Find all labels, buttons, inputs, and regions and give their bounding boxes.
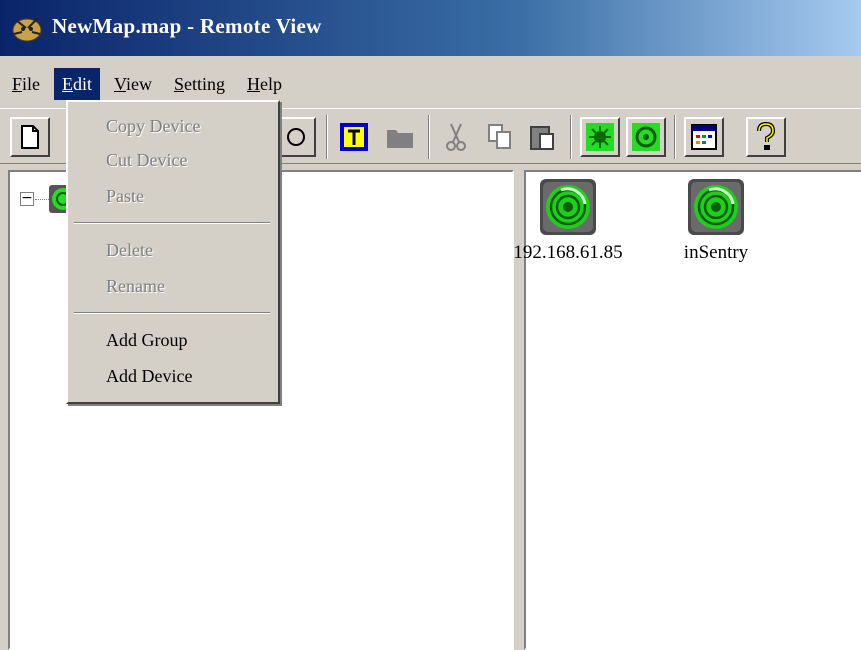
cut-icon bbox=[446, 123, 466, 151]
new-button[interactable] bbox=[10, 117, 50, 157]
folder-icon bbox=[387, 130, 413, 148]
title-bar[interactable]: NewMap.map - Remote View bbox=[0, 0, 861, 56]
app-icon bbox=[12, 17, 42, 42]
menu-setting[interactable]: Setting bbox=[166, 68, 233, 100]
menu-edit-rest: dit bbox=[73, 74, 93, 94]
menu-help-rest: elp bbox=[259, 74, 282, 94]
menu-bar: File Edit View Setting Help bbox=[0, 64, 861, 104]
paste-icon bbox=[530, 126, 554, 150]
help-button[interactable] bbox=[746, 117, 786, 157]
copy-button[interactable] bbox=[480, 117, 520, 157]
menu-view-accel: V bbox=[114, 74, 126, 94]
tree-collapse-icon[interactable]: − bbox=[20, 191, 34, 206]
partial-button[interactable] bbox=[276, 117, 316, 157]
menu-separator bbox=[74, 312, 270, 314]
menu-file[interactable]: File bbox=[4, 68, 48, 100]
device-item[interactable]: inSentry bbox=[646, 178, 786, 264]
help-icon bbox=[757, 122, 776, 150]
menu-setting-rest: etting bbox=[183, 74, 225, 94]
device-icon bbox=[688, 179, 744, 235]
device-label: inSentry bbox=[683, 242, 749, 263]
new-icon bbox=[21, 125, 39, 149]
device-icon bbox=[540, 179, 596, 235]
folder-button[interactable] bbox=[380, 117, 420, 157]
menu-file-accel: F bbox=[12, 74, 23, 94]
menu-view[interactable]: View bbox=[106, 68, 160, 100]
toolbar-separator bbox=[326, 115, 328, 159]
device-label: 192.168.61.85 bbox=[513, 242, 623, 263]
menu-file-rest: ile bbox=[22, 74, 41, 94]
menu-help-accel: H bbox=[246, 74, 260, 94]
toolbar-separator-4 bbox=[674, 115, 676, 159]
device-pane[interactable]: 192.168.61.85 inSentry bbox=[513, 170, 861, 650]
copy-icon bbox=[488, 124, 511, 149]
device-item[interactable]: 192.168.61.85 bbox=[498, 178, 638, 264]
tree-connector bbox=[35, 199, 49, 200]
paste-button[interactable] bbox=[522, 117, 562, 157]
bug-scan-button[interactable] bbox=[580, 117, 620, 157]
device-scan-button[interactable] bbox=[626, 117, 666, 157]
menu-item-paste[interactable]: Paste bbox=[106, 186, 144, 207]
text-icon bbox=[340, 123, 368, 151]
text-tool-button[interactable] bbox=[334, 117, 374, 157]
menu-item-cut-device[interactable]: Cut Device bbox=[106, 150, 187, 171]
menu-view-rest: iew bbox=[125, 74, 152, 94]
menu-item-copy-device[interactable]: Copy Device bbox=[106, 116, 200, 137]
menu-edit[interactable]: Edit bbox=[54, 68, 101, 100]
menu-setting-accel: S bbox=[173, 74, 184, 94]
calendar-button[interactable] bbox=[684, 117, 724, 157]
toolbar-separator-3 bbox=[570, 115, 572, 159]
bug-scan-icon bbox=[586, 123, 614, 151]
edit-menu-dropdown: Copy Device Cut Device Paste Delete Rena… bbox=[66, 100, 280, 404]
calendar-icon bbox=[691, 124, 717, 150]
menu-separator bbox=[74, 222, 270, 224]
menu-edit-accel: E bbox=[62, 74, 74, 94]
menu-item-add-device[interactable]: Add Device bbox=[106, 366, 192, 387]
circle-icon bbox=[287, 128, 305, 146]
toolbar-separator-2 bbox=[428, 115, 430, 159]
menu-help[interactable]: Help bbox=[239, 68, 290, 100]
menu-item-delete[interactable]: Delete bbox=[106, 240, 153, 261]
window-title: NewMap.map - Remote View bbox=[52, 14, 322, 38]
menu-item-add-group[interactable]: Add Group bbox=[106, 330, 188, 351]
menu-item-rename[interactable]: Rename bbox=[106, 276, 165, 297]
cut-button[interactable] bbox=[436, 117, 476, 157]
device-scan-icon bbox=[632, 123, 660, 151]
